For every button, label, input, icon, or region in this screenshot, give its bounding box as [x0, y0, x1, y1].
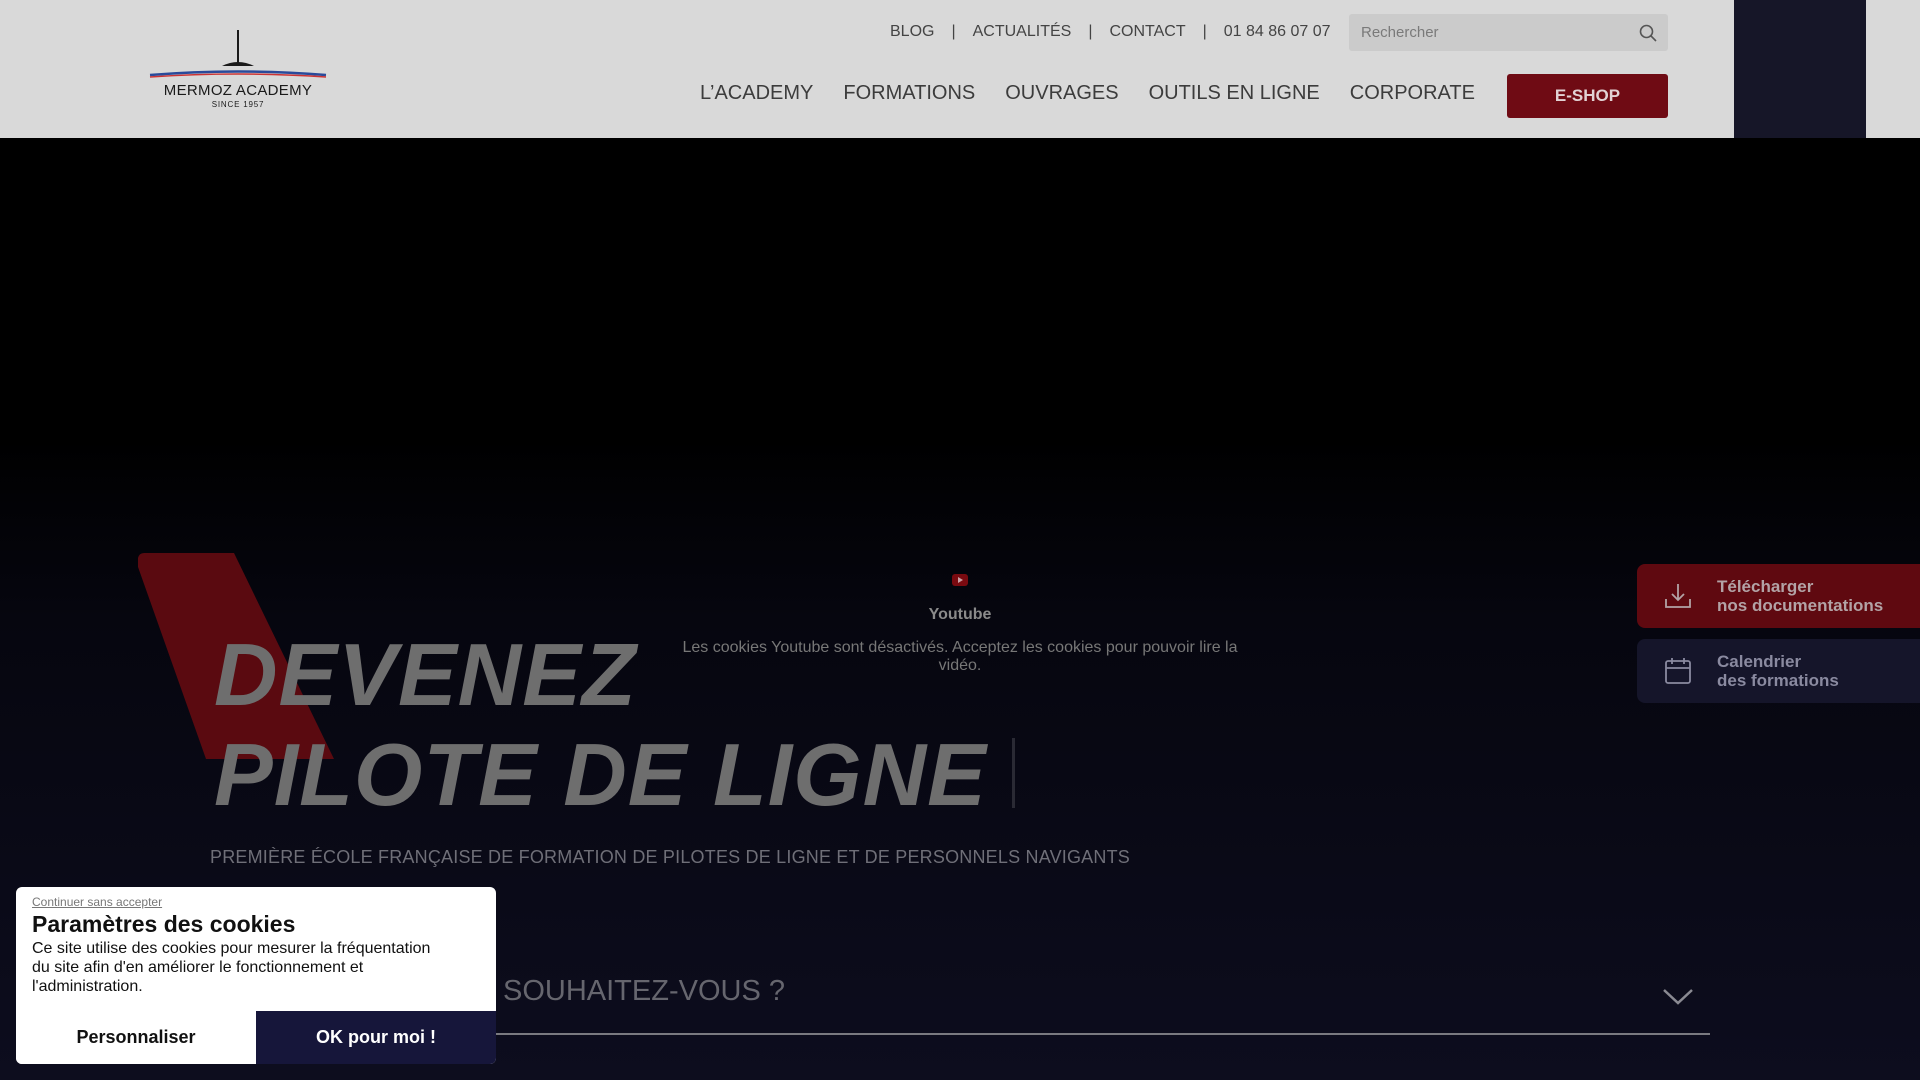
- nav-corporate[interactable]: CORPORATE: [1350, 82, 1475, 105]
- hero-title: DEVENEZ PILOTE DE LIGNE: [214, 625, 987, 825]
- calendar-button[interactable]: Calendrier des formations: [1637, 639, 1920, 703]
- hero-title-line2: PILOTE DE LIGNE: [214, 725, 987, 824]
- header-side-panel: [1734, 0, 1866, 138]
- cookie-banner: Continuer sans accepter Paramètres des c…: [16, 887, 496, 1064]
- download-icon: [1665, 584, 1691, 608]
- search-button[interactable]: [1638, 23, 1658, 43]
- eshop-button[interactable]: E-SHOP: [1507, 74, 1668, 118]
- topbar-blog-link[interactable]: BLOG: [890, 23, 934, 41]
- calendar-line1: Calendrier: [1717, 652, 1802, 671]
- hero-title-line1: DEVENEZ: [214, 625, 637, 724]
- search-icon: [1639, 24, 1657, 42]
- search-input[interactable]: [1349, 14, 1619, 51]
- formation-select-label: N SOUHAITEZ-VOUS ?: [474, 975, 785, 1007]
- calendar-line2: des formations: [1717, 671, 1839, 690]
- continue-without-accepting-link[interactable]: Continuer sans accepter: [32, 895, 162, 909]
- formation-select[interactable]: N SOUHAITEZ-VOUS ?: [474, 975, 1710, 1035]
- download-docs-line1: Télécharger: [1717, 577, 1814, 596]
- download-docs-button[interactable]: Télécharger nos documentations: [1637, 564, 1920, 628]
- youtube-label: Youtube: [928, 606, 992, 623]
- chevron-down-icon: [1663, 989, 1693, 1005]
- nav-ouvrages[interactable]: OUVRAGES: [1005, 82, 1118, 105]
- nav-academy[interactable]: L’ACADEMY: [700, 82, 813, 105]
- calendar-icon: [1665, 658, 1691, 684]
- topbar-contact-link[interactable]: CONTACT: [1109, 23, 1185, 41]
- customize-cookies-button[interactable]: Personnaliser: [16, 1011, 256, 1064]
- topbar-news-link[interactable]: ACTUALITÉS: [973, 23, 1072, 41]
- logo-since: SINCE 1957: [211, 100, 265, 109]
- youtube-icon: [952, 574, 968, 586]
- hero-subtitle: PREMIÈRE ÉCOLE FRANÇAISE DE FORMATION DE…: [210, 847, 1130, 867]
- separator: |: [951, 23, 956, 40]
- main-nav: L’ACADEMY FORMATIONS OUVRAGES OUTILS EN …: [700, 82, 1505, 105]
- tower-logo-icon: [149, 30, 327, 78]
- cookie-text: Ce site utilise des cookies pour mesurer…: [32, 940, 431, 995]
- nav-formations[interactable]: FORMATIONS: [843, 82, 975, 105]
- page: MERMOZ ACADEMY SINCE 1957 BLOG | ACTUALI…: [0, 0, 1920, 1080]
- accept-cookies-button[interactable]: OK pour moi !: [256, 1011, 496, 1064]
- cookie-title: Paramètres des cookies: [32, 911, 296, 937]
- topbar-phone-link[interactable]: 01 84 86 07 07: [1224, 23, 1331, 41]
- search-box: [1349, 14, 1668, 51]
- separator: |: [1088, 23, 1093, 40]
- text-caret: [1012, 738, 1015, 808]
- nav-outils-en-ligne[interactable]: OUTILS EN LIGNE: [1149, 82, 1320, 105]
- site-header: MERMOZ ACADEMY SINCE 1957 BLOG | ACTUALI…: [0, 0, 1920, 138]
- download-docs-line2: nos documentations: [1717, 596, 1884, 615]
- download-docs-label: Télécharger nos documentations: [1717, 577, 1883, 615]
- calendar-label: Calendrier des formations: [1717, 652, 1839, 690]
- logo-name: MERMOZ ACADEMY: [163, 82, 313, 99]
- logo[interactable]: MERMOZ ACADEMY SINCE 1957: [148, 28, 328, 112]
- separator: |: [1202, 23, 1207, 40]
- top-links: BLOG | ACTUALITÉS | CONTACT | 01 84 86 0…: [890, 22, 1331, 42]
